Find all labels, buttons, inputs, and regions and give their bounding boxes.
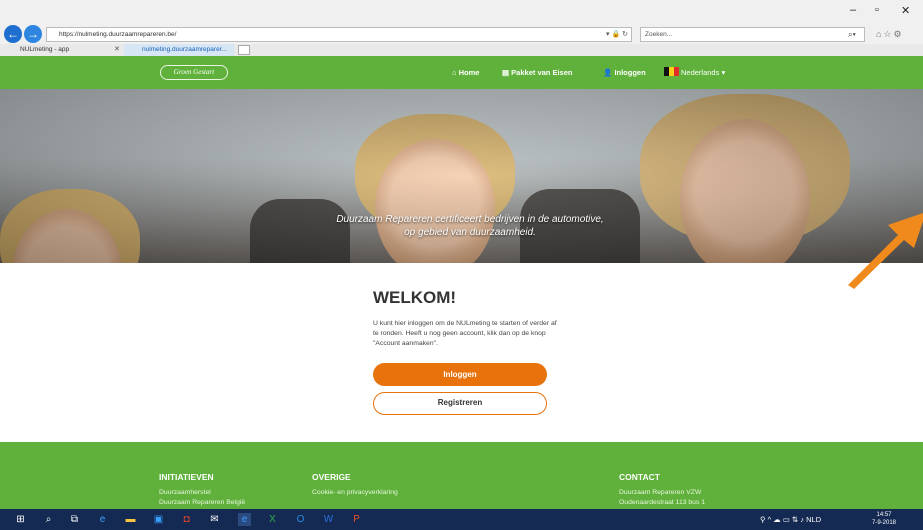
- footer-overige: OVERIGE Cookie- en privacyverklaring: [312, 472, 398, 498]
- home-icon: ⌂: [452, 68, 459, 77]
- welcome-title: WELKOM!: [373, 288, 457, 307]
- user-icon: 👤: [603, 68, 615, 77]
- windows-start-icon[interactable]: ⊞: [14, 513, 27, 526]
- lock-refresh-icon[interactable]: ▾ 🔒 ↻: [606, 27, 628, 42]
- search-icon[interactable]: ⌕▾: [848, 27, 856, 42]
- store-icon[interactable]: ▣: [152, 513, 165, 526]
- back-button[interactable]: ←: [4, 25, 22, 43]
- powerpoint-icon[interactable]: P: [350, 513, 363, 526]
- tab-bar: NULmeting - app ✕ nulmeting.duurzaamrepa…: [0, 44, 923, 56]
- nav-home[interactable]: ⌂ Home: [452, 66, 479, 79]
- site-logo[interactable]: Groen Gestart: [160, 65, 228, 80]
- belgian-flag-icon: [664, 67, 679, 76]
- footer: INITIATIEVEN Duurzaamherstel Duurzaam Re…: [0, 442, 923, 509]
- favorites-icons[interactable]: ⌂☆⚙: [876, 27, 904, 42]
- excel-icon[interactable]: X: [266, 513, 279, 526]
- minimize-icon[interactable]: –: [850, 4, 856, 16]
- internet-explorer-icon[interactable]: e: [238, 513, 251, 526]
- search-icon[interactable]: ⌕: [42, 513, 55, 526]
- taskbar: ⊞ ⌕ ⧉ e ▬ ▣ ◘ ✉ e X O W P ⚲ ^ ☁ ▭ ⇅ ♪ NL…: [0, 509, 923, 530]
- footer-link[interactable]: Duurzaamherstel: [159, 488, 245, 498]
- hero-banner: Duurzaam Repareren certificeert bedrijve…: [0, 89, 923, 263]
- clock[interactable]: 14:57 7-9-2018: [872, 511, 896, 527]
- nav-inloggen[interactable]: 👤 Inloggen: [603, 66, 646, 79]
- system-tray[interactable]: ⚲ ^ ☁ ▭ ⇅ ♪ NLD: [760, 513, 821, 526]
- footer-initiatieven: INITIATIEVEN Duurzaamherstel Duurzaam Re…: [159, 472, 246, 508]
- footer-link[interactable]: Duurzaam Repareren België: [159, 498, 245, 508]
- maximize-icon[interactable]: ▫: [875, 4, 879, 16]
- app-icon[interactable]: ◘: [180, 513, 193, 526]
- website: Groen Gestart ⌂ Home ▤ Pakket van Eisen …: [0, 56, 923, 509]
- annotation-arrow-icon: [848, 213, 923, 289]
- language-selector[interactable]: Nederlands ▾: [664, 66, 725, 79]
- close-window-icon[interactable]: ✕: [901, 4, 910, 17]
- document-icon: ▤: [502, 68, 512, 77]
- top-navigation: Groen Gestart ⌂ Home ▤ Pakket van Eisen …: [0, 56, 923, 89]
- search-input[interactable]: Zoeken...: [640, 27, 865, 42]
- word-icon[interactable]: W: [322, 513, 335, 526]
- nav-pakket-van-eisen[interactable]: ▤ Pakket van Eisen: [502, 66, 572, 79]
- forward-button[interactable]: →: [24, 25, 42, 43]
- register-button[interactable]: Registreren: [373, 392, 547, 415]
- outlook-icon[interactable]: O: [294, 513, 307, 526]
- task-view-icon[interactable]: ⧉: [68, 513, 81, 526]
- new-tab-button[interactable]: [238, 45, 250, 55]
- file-explorer-icon[interactable]: ▬: [124, 513, 137, 526]
- edge-icon[interactable]: e: [96, 513, 109, 526]
- welcome-text: U kunt hier inloggen om de NULmeting te …: [373, 320, 557, 347]
- address-bar[interactable]: https://nulmeting.duurzaamrepareren.be/: [46, 27, 632, 42]
- close-tab-icon[interactable]: ✕: [114, 44, 120, 56]
- footer-contact: CONTACT Duurzaam Repareren VZW Oudenaard…: [619, 472, 706, 506]
- footer-link[interactable]: Cookie- en privacyverklaring: [312, 488, 398, 498]
- hero-caption: Duurzaam Repareren certificeert bedrijve…: [336, 214, 604, 238]
- login-button[interactable]: Inloggen: [373, 363, 547, 386]
- mail-icon[interactable]: ✉: [208, 513, 221, 526]
- browser-chrome: – ▫ ✕ ← → https://nulmeting.duurzaamrepa…: [0, 0, 923, 56]
- footer-text: Duurzaam Repareren VZW: [619, 489, 702, 496]
- tab-nulmeting-site[interactable]: nulmeting.duurzaamreparer...: [124, 44, 234, 56]
- footer-text: Oudenaardestraat 113 bus 1: [619, 499, 706, 506]
